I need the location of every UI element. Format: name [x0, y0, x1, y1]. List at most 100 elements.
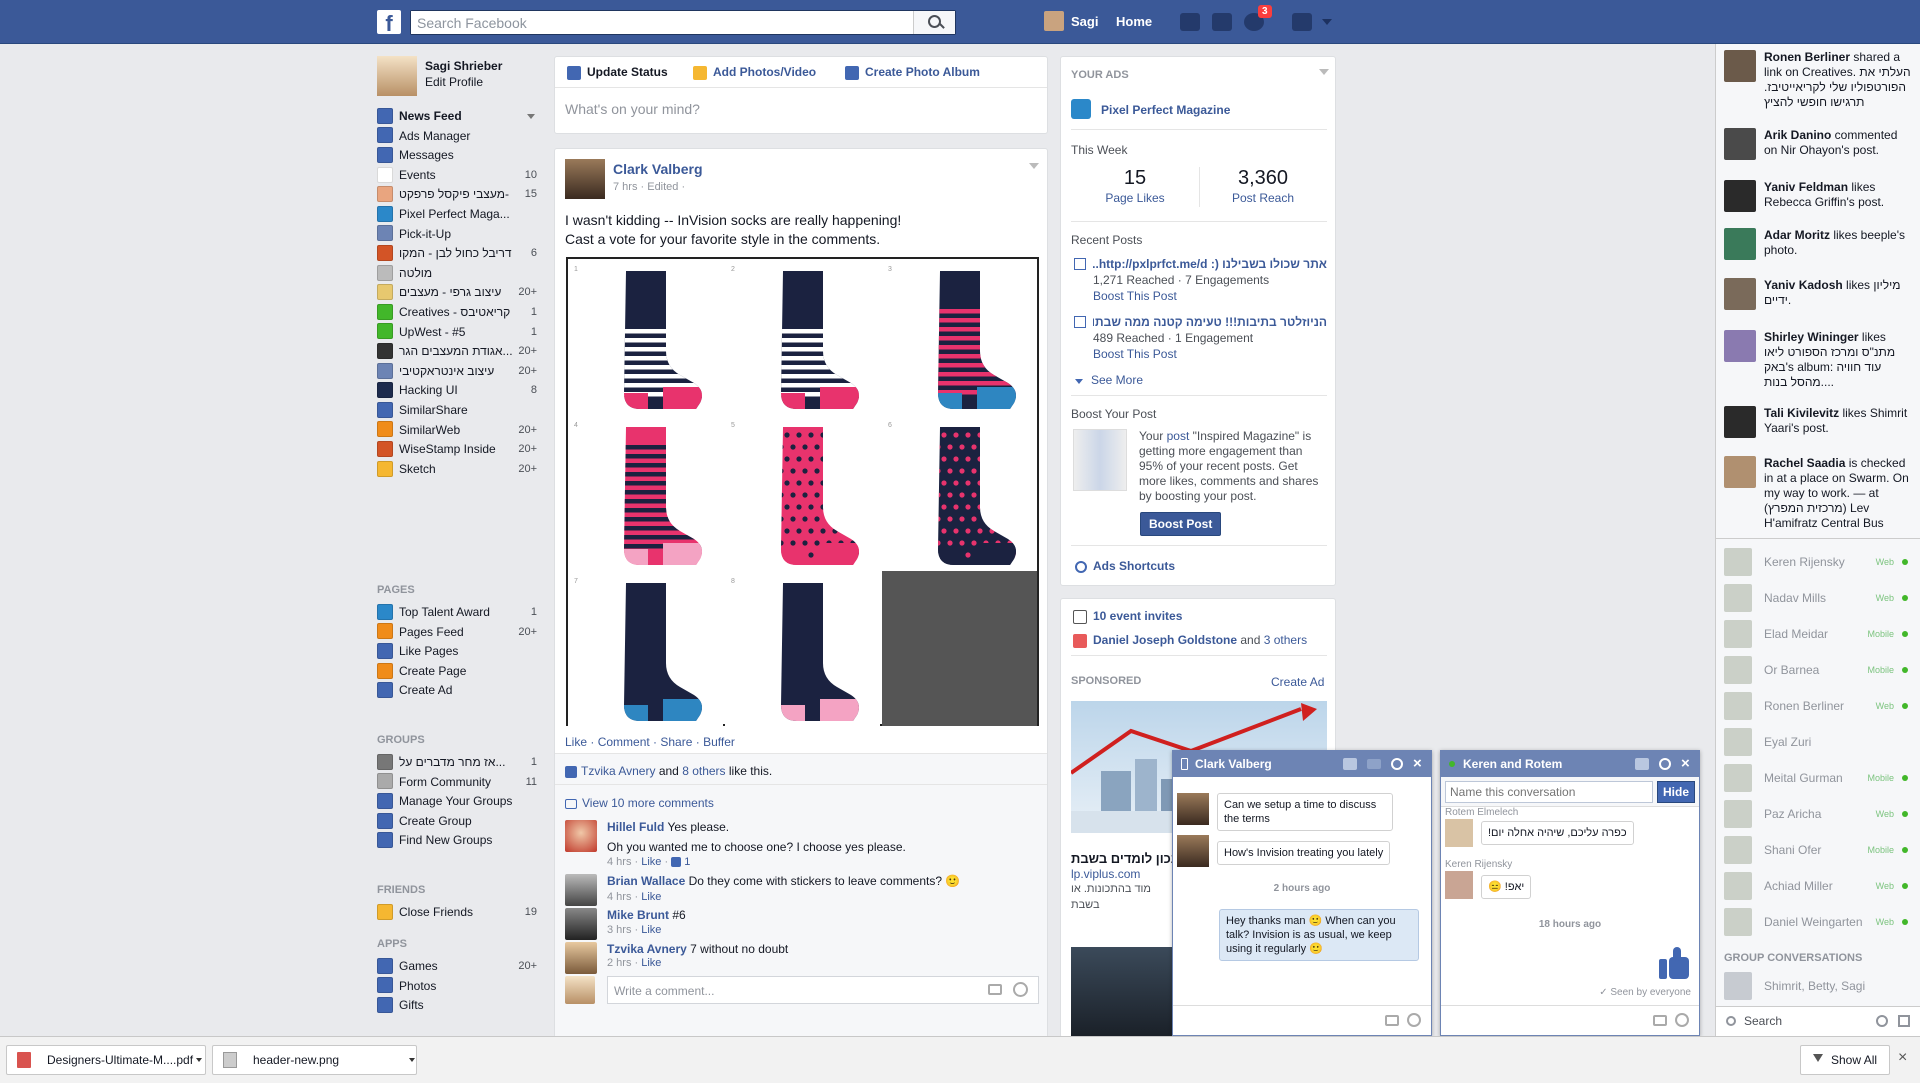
avatar[interactable] — [565, 820, 597, 852]
chevron-down-icon[interactable] — [196, 1058, 202, 1062]
comment-author[interactable]: Mike Brunt — [607, 908, 669, 922]
comment-author[interactable]: Tzvika Avnery — [607, 942, 687, 956]
nav-item[interactable]: Ads Manager — [377, 126, 537, 146]
nav-item[interactable]: Like Pages — [377, 641, 537, 661]
birthday-others-link[interactable]: 3 others — [1264, 633, 1307, 647]
avatar[interactable] — [1044, 11, 1064, 31]
ads-shortcuts-link[interactable]: Ads Shortcuts — [1075, 559, 1175, 573]
nav-item[interactable]: אז מחר מדברים על... 1 — [377, 752, 537, 772]
nav-item[interactable]: SimilarShare — [377, 400, 537, 420]
chat-friend[interactable]: Ronen Berliner Web — [1724, 692, 1914, 722]
boost-this-post-link[interactable]: Boost This Post — [1093, 289, 1177, 303]
nav-item[interactable]: Messages — [377, 145, 537, 165]
download-item[interactable]: Designers-Ultimate-M....pdf — [6, 1045, 206, 1075]
chat-friend[interactable]: Or Barnea Mobile — [1724, 656, 1914, 686]
nav-item[interactable]: Events 10 — [377, 165, 537, 185]
chevron-down-icon[interactable] — [527, 114, 535, 119]
gear-icon[interactable] — [1876, 1015, 1888, 1027]
home-link[interactable]: Home — [1116, 14, 1152, 29]
nav-item[interactable]: Top Talent Award 1 — [377, 602, 537, 622]
nav-item[interactable]: UpWest - #5 1 — [377, 322, 537, 342]
nav-item[interactable]: News Feed — [377, 106, 537, 126]
nav-item[interactable]: עיצוב אינטראקטיבי 20+ — [377, 361, 537, 381]
post-author[interactable]: Clark Valberg — [613, 161, 703, 177]
chat-friend[interactable]: Eyal Zuri — [1724, 728, 1914, 758]
gear-icon[interactable] — [1391, 758, 1403, 770]
chevron-down-icon[interactable] — [1319, 69, 1329, 75]
comment-like-link[interactable]: Like — [641, 957, 661, 969]
ticker-story[interactable]: Rachel Saadia is checked in at a place o… — [1724, 456, 1914, 530]
gear-icon[interactable] — [1659, 758, 1671, 770]
chevron-down-icon[interactable] — [409, 1058, 415, 1062]
comment-like-link[interactable]: Like — [641, 891, 661, 903]
nav-item[interactable]: Pages Feed 20+ — [377, 622, 537, 642]
ads-page-name[interactable]: Pixel Perfect Magazine — [1101, 103, 1230, 117]
chat-friend[interactable]: Keren Rijensky Web — [1724, 548, 1914, 578]
avatar[interactable] — [565, 942, 597, 974]
avatar[interactable] — [565, 874, 597, 906]
nav-item[interactable]: Close Friends 19 — [377, 902, 537, 922]
comment-like-count[interactable]: 1 — [684, 856, 690, 868]
close-icon[interactable]: × — [1681, 751, 1690, 777]
camera-icon[interactable] — [988, 984, 1002, 995]
chat-friend[interactable]: Nadav Mills Web — [1724, 584, 1914, 614]
chat-input[interactable] — [1441, 1005, 1699, 1035]
chat-friend[interactable]: Meital Gurman Mobile — [1724, 764, 1914, 794]
liker-link[interactable]: Tzvika Avnery — [581, 764, 655, 778]
status-input[interactable]: What's on your mind? — [565, 101, 700, 117]
chat-input[interactable] — [1173, 1005, 1431, 1035]
nav-item[interactable]: Games 20+ — [377, 956, 537, 976]
nav-item[interactable]: SimilarWeb 20+ — [377, 420, 537, 440]
nav-item[interactable]: Create Group — [377, 811, 537, 831]
friend-requests-icon[interactable] — [1180, 13, 1200, 31]
add-friend-icon[interactable] — [1635, 758, 1649, 770]
nav-item[interactable]: Form Community 11 — [377, 772, 537, 792]
nav-item[interactable]: Gifts — [377, 995, 537, 1015]
comment-author[interactable]: Hillel Fuld — [607, 820, 664, 834]
chat-header[interactable]: Clark Valberg × — [1173, 751, 1431, 777]
event-invites-link[interactable]: 10 event invites — [1073, 609, 1182, 624]
like-link[interactable]: Like — [565, 735, 587, 749]
download-item[interactable]: header-new.png — [212, 1045, 417, 1075]
ad-title[interactable]: נכון לומדים בשבת — [1071, 851, 1176, 866]
comment-link[interactable]: Comment — [598, 735, 650, 749]
sock-photo[interactable]: 7 — [568, 571, 723, 726]
nav-item[interactable]: Create Ad — [377, 680, 537, 700]
birthday-name-link[interactable]: Daniel Joseph Goldstone — [1093, 633, 1237, 647]
ticker-story[interactable]: Shirley Wininger likes מתנ"ס ומרכז הספור… — [1724, 330, 1914, 390]
comment-author[interactable]: Brian Wallace — [607, 874, 685, 888]
likers-others-link[interactable]: 8 others — [682, 764, 725, 778]
nav-item[interactable]: אגודת המעצבים הגר... 20+ — [377, 341, 537, 361]
ad-url[interactable]: lp.viplus.com — [1071, 867, 1140, 881]
sock-photo[interactable]: 1 — [568, 259, 723, 414]
chat-search-input[interactable]: Search — [1744, 1014, 1782, 1028]
nav-item[interactable]: Hacking UI 8 — [377, 380, 537, 400]
emoji-icon[interactable] — [1407, 1013, 1421, 1027]
empty-photo-cell[interactable] — [882, 571, 1037, 726]
chat-friend[interactable]: Elad Meidar Mobile — [1724, 620, 1914, 650]
name-conversation-input[interactable] — [1445, 781, 1653, 803]
chat-friend[interactable]: Daniel Weingarten Web — [1724, 908, 1914, 938]
search-input[interactable] — [411, 11, 911, 34]
post-options-icon[interactable] — [1029, 163, 1039, 169]
boost-post-link[interactable]: post — [1167, 429, 1190, 443]
buffer-link[interactable]: Buffer — [703, 735, 735, 749]
nav-item[interactable]: מולטה — [377, 263, 537, 283]
comment-like-link[interactable]: Like — [641, 924, 661, 936]
search-icon[interactable] — [913, 11, 955, 34]
comment-input[interactable]: Write a comment... — [607, 976, 1039, 1004]
nav-item[interactable]: Pick-it-Up — [377, 224, 537, 244]
sock-photo[interactable]: 4 — [568, 415, 723, 570]
sock-photo[interactable]: 6 — [882, 415, 1037, 570]
share-link[interactable]: Share — [660, 735, 692, 749]
tab-add-photos[interactable]: Add Photos/Video — [693, 65, 816, 80]
nav-item[interactable]: Find New Groups — [377, 830, 537, 850]
privacy-icon[interactable] — [1292, 13, 1312, 31]
ticker-story[interactable]: Arik Danino commented on Nir Ohayon's po… — [1724, 128, 1914, 188]
camera-icon[interactable] — [1385, 1015, 1399, 1026]
emoji-icon[interactable] — [1675, 1013, 1689, 1027]
recent-post-title[interactable]: הניוזלטר בתיבות!!! טעימה קטנה ממה שבתו..… — [1093, 315, 1327, 329]
see-more-link[interactable]: See More — [1075, 373, 1143, 387]
sock-photo[interactable]: 2 — [725, 259, 880, 414]
chat-friend[interactable]: Achiad Miller Web — [1724, 872, 1914, 902]
